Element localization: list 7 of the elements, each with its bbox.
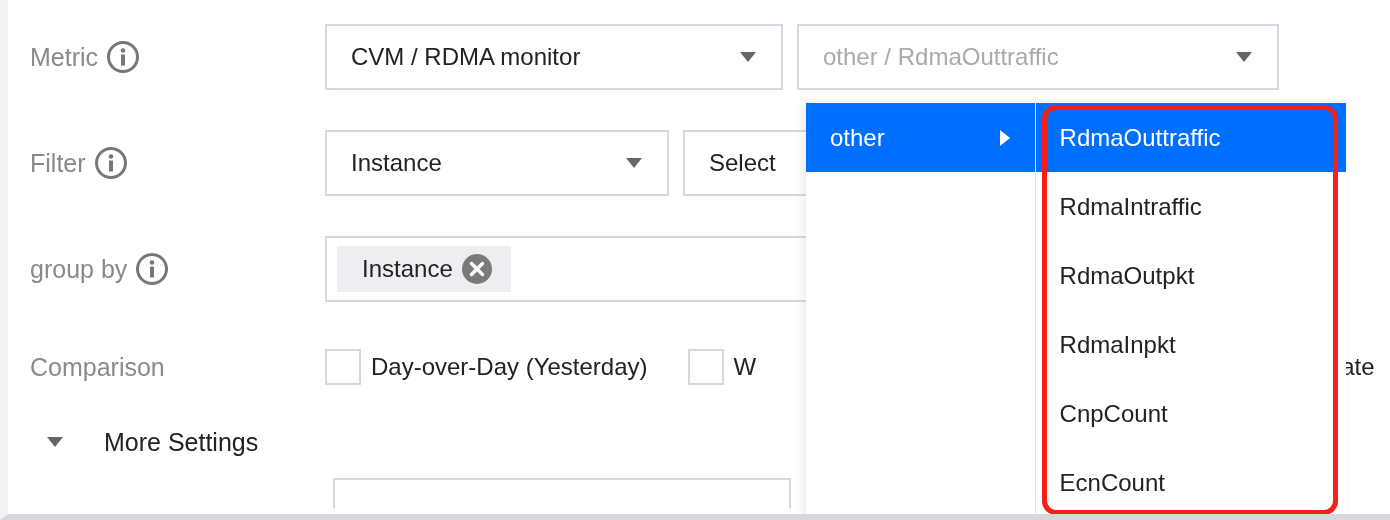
checkbox-label: W: [733, 353, 757, 381]
checkbox-label: Day-over-Day (Yesterday): [371, 353, 648, 381]
field-label: Filter: [30, 148, 86, 178]
field-label: Metric: [30, 42, 99, 72]
field-label: group by: [30, 254, 128, 284]
field-label: Comparison: [30, 352, 165, 382]
tag-label: Instance: [362, 255, 453, 283]
